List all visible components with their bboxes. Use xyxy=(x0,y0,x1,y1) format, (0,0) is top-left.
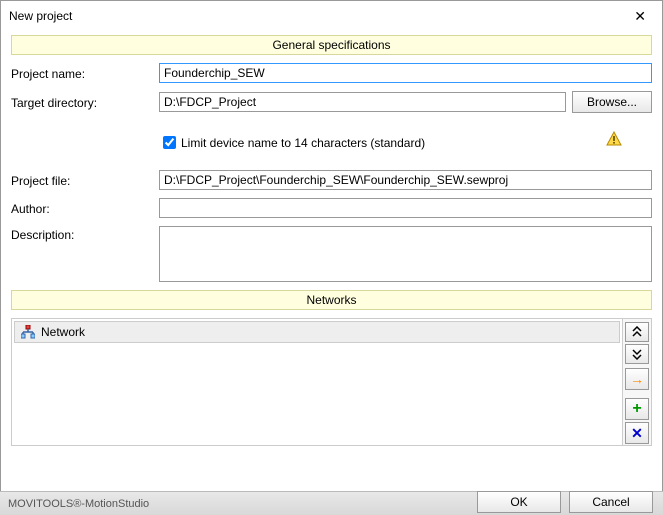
project-file-input[interactable] xyxy=(159,170,652,190)
row-project-name: Project name: xyxy=(11,63,652,83)
row-author: Author: xyxy=(11,198,652,218)
cancel-button[interactable]: Cancel xyxy=(569,491,653,513)
close-icon[interactable]: ✕ xyxy=(628,8,652,25)
label-limit-checkbox: Limit device name to 14 characters (stan… xyxy=(181,136,425,150)
row-description: Description: xyxy=(11,226,652,282)
warning-icon xyxy=(606,131,622,150)
ok-button[interactable]: OK xyxy=(477,491,561,513)
arrow-right-icon: → xyxy=(630,371,644,387)
titlebar: New project ✕ xyxy=(1,1,662,31)
row-project-file: Project file: xyxy=(11,170,652,190)
label-author: Author: xyxy=(11,200,159,216)
networks-buttons: → + ✕ xyxy=(623,319,651,445)
double-chevron-up-icon xyxy=(631,326,643,338)
move-bottom-button[interactable] xyxy=(625,344,649,364)
section-networks-header: Networks xyxy=(11,290,652,310)
networks-box: Network → + xyxy=(11,318,652,446)
network-icon xyxy=(21,325,35,339)
label-target-directory: Target directory: xyxy=(11,94,159,110)
section-general-header: General specifications xyxy=(11,35,652,55)
author-input[interactable] xyxy=(159,198,652,218)
row-limit-checkbox: Limit device name to 14 characters (stan… xyxy=(159,133,652,152)
arrow-right-button[interactable]: → xyxy=(625,368,649,390)
window-title: New project xyxy=(9,9,72,23)
label-project-name: Project name: xyxy=(11,65,159,81)
network-list-item[interactable]: Network xyxy=(14,321,620,343)
x-icon: ✕ xyxy=(631,425,643,442)
description-input[interactable] xyxy=(159,226,652,282)
limit-checkbox[interactable] xyxy=(163,136,176,149)
network-item-label: Network xyxy=(41,325,85,339)
status-text: MOVITOOLS®-MotionStudio xyxy=(8,498,149,510)
move-top-button[interactable] xyxy=(625,322,649,342)
dialog-content: General specifications Project name: Tar… xyxy=(1,31,662,446)
label-description: Description: xyxy=(11,226,159,242)
row-target-directory: Target directory: Browse... xyxy=(11,91,652,113)
double-chevron-down-icon xyxy=(631,348,643,360)
target-directory-input[interactable] xyxy=(159,92,566,112)
add-button[interactable]: + xyxy=(625,398,649,420)
label-project-file: Project file: xyxy=(11,172,159,188)
browse-button[interactable]: Browse... xyxy=(572,91,652,113)
networks-list: Network xyxy=(12,319,623,445)
plus-icon: + xyxy=(632,400,641,418)
footer-buttons: OK Cancel xyxy=(477,491,653,513)
project-name-input[interactable] xyxy=(159,63,652,83)
remove-button[interactable]: ✕ xyxy=(625,422,649,444)
